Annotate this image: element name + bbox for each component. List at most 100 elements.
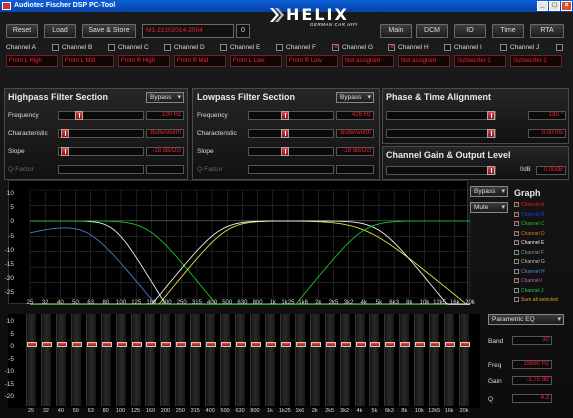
eq-band-slider[interactable] [414, 314, 426, 406]
eq-band-knob[interactable] [370, 342, 381, 347]
eq-band-knob[interactable] [146, 342, 157, 347]
legend-item[interactable]: ✕ Channel E [514, 240, 544, 246]
eq-band-knob[interactable] [41, 342, 52, 347]
legend-checkbox[interactable]: ✕ [514, 202, 519, 208]
eq-q-value[interactable]: 4.3 [512, 394, 552, 403]
legend-item[interactable]: ✕ Channel C [514, 221, 545, 227]
eq-band-knob[interactable] [176, 342, 187, 347]
eq-band-slider[interactable] [235, 314, 247, 406]
eq-band-slider[interactable] [309, 314, 321, 406]
eq-band-knob[interactable] [400, 342, 411, 347]
eq-band-knob[interactable] [56, 342, 67, 347]
eq-band-slider[interactable] [294, 314, 306, 406]
eq-band-knob[interactable] [251, 342, 261, 347]
legend-checkbox[interactable] [514, 268, 519, 274]
eq-x-tick: 1k6 [295, 408, 305, 414]
eq-x-tick: 40 [57, 408, 64, 414]
curve-channel-b [29, 227, 470, 305]
eq-y-tick: 5 [10, 330, 14, 338]
eq-band-slider[interactable] [339, 314, 351, 406]
eq-band-slider[interactable] [264, 314, 276, 406]
legend-checkbox[interactable]: ✕ [514, 221, 519, 227]
eq-band-knob[interactable] [280, 342, 291, 347]
graph-x-tick: 2k [315, 300, 322, 306]
eq-band-knob[interactable] [415, 342, 426, 347]
legend-checkbox[interactable]: ✕ [514, 240, 519, 246]
legend-checkbox[interactable]: ✕ [514, 230, 519, 236]
eq-slider-bank [8, 314, 480, 408]
eq-y-tick: 10 [6, 318, 14, 325]
eq-band-knob[interactable] [131, 342, 142, 347]
legend-checkbox[interactable]: ✕ [514, 278, 519, 284]
eq-band-knob[interactable] [340, 342, 351, 347]
graph-mute-dropdown[interactable]: Mute [470, 202, 508, 213]
eq-band-slider[interactable] [40, 314, 52, 406]
legend-item[interactable]: ✕ Channel B [514, 211, 544, 218]
curve-channel-a [30, 220, 470, 305]
eq-band-knob[interactable] [295, 342, 306, 347]
legend-item[interactable]: Channel H [514, 269, 545, 275]
eq-band-knob[interactable] [27, 342, 37, 347]
eq-band-slider[interactable] [130, 314, 142, 406]
eq-band-slider[interactable] [220, 314, 232, 406]
eq-band-slider[interactable] [55, 314, 67, 406]
eq-band-knob[interactable] [385, 342, 396, 347]
legend-item[interactable]: Channel J [514, 288, 544, 294]
eq-band-knob[interactable] [161, 342, 172, 347]
eq-band-knob[interactable] [445, 342, 456, 347]
eq-band-slider[interactable] [279, 314, 291, 406]
eq-band-knob[interactable] [265, 342, 276, 347]
legend-checkbox[interactable] [514, 297, 519, 303]
legend-checkbox[interactable] [514, 259, 519, 265]
legend-item[interactable]: Sum all selected [514, 297, 558, 303]
eq-band-slider[interactable] [324, 314, 336, 406]
eq-band-slider[interactable] [444, 314, 456, 406]
legend-item[interactable]: Channel F [514, 250, 544, 256]
eq-band-slider[interactable] [115, 314, 127, 406]
eq-band-slider[interactable] [70, 314, 82, 406]
eq-band-slider[interactable] [100, 314, 112, 406]
eq-gain-value[interactable]: -1.75 dB [512, 376, 552, 385]
legend-item[interactable]: ✕ Channel I [514, 278, 542, 284]
eq-band-slider[interactable] [459, 314, 471, 406]
graph-x-tick: 12k5 [433, 300, 447, 306]
legend-checkbox[interactable]: ✕ [514, 211, 519, 217]
eq-band-knob[interactable] [101, 342, 112, 347]
eq-band-knob[interactable] [430, 342, 441, 347]
legend-item[interactable]: Channel G [514, 259, 545, 265]
eq-band-knob[interactable] [71, 342, 82, 347]
eq-band-slider[interactable] [429, 314, 441, 406]
eq-band-slider[interactable] [175, 314, 187, 406]
eq-band-knob[interactable] [325, 342, 336, 347]
eq-band-knob[interactable] [310, 342, 321, 347]
graph-x-tick: 40 [57, 300, 64, 306]
eq-band-knob[interactable] [86, 342, 97, 347]
eq-band-slider[interactable] [354, 314, 366, 406]
legend-item[interactable]: ✕ Channel D [514, 230, 545, 237]
eq-band-slider[interactable] [384, 314, 396, 406]
eq-band-slider[interactable] [160, 314, 172, 406]
eq-band-slider[interactable] [26, 314, 37, 406]
eq-band-slider[interactable] [205, 314, 217, 406]
eq-band-knob[interactable] [355, 342, 366, 347]
eq-band-slider[interactable] [250, 314, 261, 406]
eq-mode-dropdown[interactable]: Parametric EQ [488, 314, 564, 325]
eq-band-knob[interactable] [191, 342, 202, 347]
graph-y-tick: 5 [10, 204, 14, 212]
legend-checkbox[interactable] [514, 287, 519, 293]
eq-band-slider[interactable] [399, 314, 411, 406]
eq-band-value[interactable]: 30 [512, 336, 552, 345]
legend-checkbox[interactable] [514, 249, 519, 255]
eq-freq-value[interactable]: 19980 Hz [512, 360, 552, 369]
eq-band-knob[interactable] [236, 342, 247, 347]
eq-band-slider[interactable] [190, 314, 202, 406]
eq-band-knob[interactable] [116, 342, 127, 347]
graph-bypass-dropdown[interactable]: Bypass [470, 186, 508, 197]
eq-band-slider[interactable] [145, 314, 157, 406]
eq-band-slider[interactable] [85, 314, 97, 406]
legend-item[interactable]: ✕ Channel A [514, 202, 544, 208]
eq-band-knob[interactable] [206, 342, 217, 347]
eq-band-knob[interactable] [460, 342, 471, 347]
eq-band-knob[interactable] [221, 342, 232, 347]
eq-band-slider[interactable] [369, 314, 381, 406]
